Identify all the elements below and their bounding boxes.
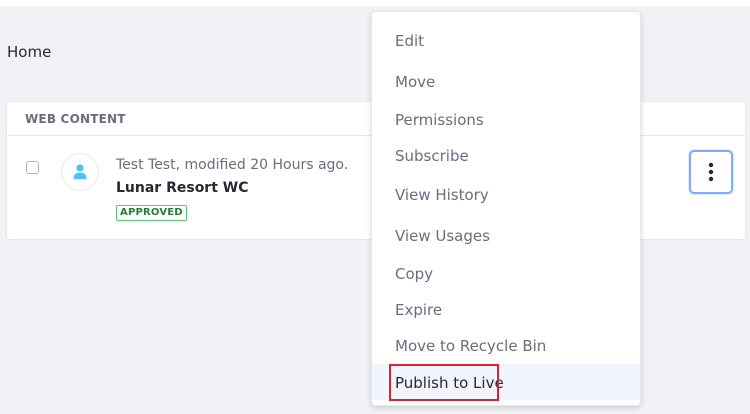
menu-item-edit[interactable]: Edit xyxy=(372,25,640,57)
breadcrumb-home[interactable]: Home xyxy=(7,43,51,61)
entry-actions-button[interactable] xyxy=(689,150,733,194)
user-icon xyxy=(73,164,87,179)
menu-item-label: Permissions xyxy=(395,111,484,129)
menu-item-label: Move xyxy=(395,73,436,91)
entry-select-checkbox[interactable] xyxy=(26,161,39,174)
menu-item-expire[interactable]: Expire xyxy=(372,294,640,326)
status-badge: APPROVED xyxy=(116,205,187,221)
menu-item-subscribe[interactable]: Subscribe xyxy=(372,140,640,172)
menu-item-move-to-recycle-bin[interactable]: Move to Recycle Bin xyxy=(372,330,640,362)
ellipsis-vertical-icon xyxy=(708,162,714,182)
menu-item-label: View Usages xyxy=(395,227,490,245)
actions-dropdown-menu: Edit Move Permissions Subscribe View His… xyxy=(371,11,641,406)
entry-modified-text: Test Test, modified 20 Hours ago. xyxy=(116,157,349,173)
top-bar xyxy=(0,0,750,6)
page: Home WEB CONTENT Test Test, modified 20 … xyxy=(0,0,750,414)
menu-item-view-history[interactable]: View History xyxy=(372,179,640,211)
menu-item-permissions[interactable]: Permissions xyxy=(372,104,640,136)
menu-item-label: Copy xyxy=(395,265,434,283)
menu-item-label: Edit xyxy=(395,32,425,50)
menu-item-view-usages[interactable]: View Usages xyxy=(372,220,640,252)
menu-item-label: View History xyxy=(395,186,489,204)
menu-item-copy[interactable]: Copy xyxy=(372,258,640,290)
avatar xyxy=(61,153,99,191)
menu-item-move[interactable]: Move xyxy=(372,66,640,98)
entry-title-link[interactable]: Lunar Resort WC xyxy=(116,180,249,196)
menu-item-label: Move to Recycle Bin xyxy=(395,337,547,355)
menu-item-publish-to-live[interactable]: Publish to Live xyxy=(372,364,640,400)
menu-item-label: Subscribe xyxy=(395,147,469,165)
menu-item-label: Expire xyxy=(395,301,443,319)
panel-header-label: WEB CONTENT xyxy=(25,112,126,126)
menu-item-label: Publish to Live xyxy=(395,374,504,392)
